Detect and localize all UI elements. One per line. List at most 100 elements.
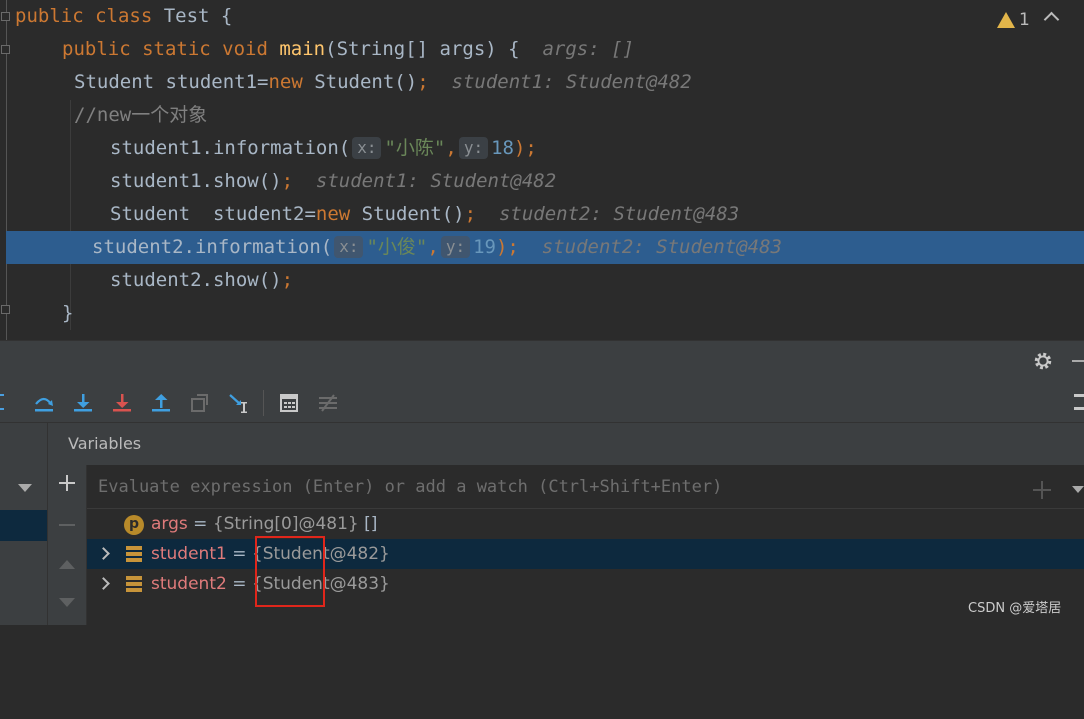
code-line[interactable]: //new一个对象 bbox=[74, 99, 207, 132]
variables-tab-title: Variables bbox=[48, 423, 1084, 465]
inline-value-hint: student2: Student@483 bbox=[518, 236, 782, 258]
fold-marker-main[interactable] bbox=[1, 45, 10, 54]
code-token: ; bbox=[417, 71, 429, 93]
gear-icon[interactable] bbox=[1032, 350, 1054, 372]
inline-value-hint: student1: Student@482 bbox=[293, 170, 557, 192]
code-line[interactable]: public class Test { bbox=[15, 0, 232, 33]
code-token: class bbox=[95, 5, 164, 27]
code-token: new bbox=[268, 71, 315, 93]
chevron-down-icon[interactable] bbox=[18, 484, 32, 492]
code-token: Student() bbox=[361, 203, 465, 225]
fold-marker-end[interactable] bbox=[1, 305, 10, 314]
evaluate-expression-input[interactable]: Evaluate expression (Enter) or add a wat… bbox=[87, 465, 1084, 509]
add-watch-icon[interactable] bbox=[59, 475, 75, 491]
watermark: CSDN @爱塔居 bbox=[968, 601, 1062, 616]
code-token: public bbox=[62, 38, 143, 60]
debug-panel-header bbox=[0, 340, 1084, 383]
evaluate-icon[interactable] bbox=[278, 392, 300, 414]
code-token: student1.information( bbox=[110, 137, 351, 159]
code-line[interactable]: Student student2=new Student(); student2… bbox=[110, 198, 739, 231]
move-down-icon[interactable] bbox=[59, 598, 75, 607]
code-token: 19 bbox=[473, 236, 496, 258]
parameter-hint: x: bbox=[352, 137, 382, 159]
code-token: ); bbox=[513, 137, 537, 159]
step-over-icon[interactable] bbox=[33, 392, 55, 414]
warning-indicator[interactable]: 1 bbox=[997, 10, 1030, 30]
code-token: student1.show() bbox=[110, 170, 282, 192]
move-up-icon[interactable] bbox=[59, 560, 75, 569]
code-line[interactable]: student1.show(); student1: Student@482 bbox=[110, 165, 556, 198]
debug-toolbar bbox=[0, 382, 1084, 423]
code-line[interactable]: Student student1=new Student(); student1… bbox=[74, 66, 692, 99]
expand-arrow-icon[interactable] bbox=[97, 577, 110, 590]
code-token: , bbox=[445, 137, 457, 159]
remove-watch-icon[interactable] bbox=[59, 524, 75, 526]
code-token: , bbox=[427, 236, 439, 258]
variables-view: Evaluate expression (Enter) or add a wat… bbox=[87, 465, 1084, 625]
variable-name: student1 bbox=[151, 544, 227, 564]
layout-icon[interactable] bbox=[1074, 394, 1084, 410]
fold-marker-class[interactable] bbox=[1, 12, 10, 21]
code-token: Student() bbox=[314, 71, 418, 93]
toolbar-separator bbox=[263, 390, 264, 416]
parameter-hint: x: bbox=[334, 236, 364, 258]
field-icon bbox=[126, 576, 142, 592]
variable-row-student1[interactable]: student1 = {Student@482} bbox=[87, 539, 1084, 569]
add-to-watches-icon[interactable] bbox=[1033, 481, 1051, 499]
code-token: "小陈" bbox=[384, 137, 446, 159]
code-token: static bbox=[142, 38, 223, 60]
step-out-icon[interactable] bbox=[150, 392, 172, 414]
code-token: ; bbox=[281, 269, 294, 291]
code-token: Student student1= bbox=[74, 71, 269, 93]
parameter-icon: p bbox=[124, 515, 144, 535]
highlight-annotation-box bbox=[255, 536, 325, 607]
code-line[interactable]: } bbox=[62, 297, 73, 330]
code-line[interactable]: student1.information(x: "小陈", y: 18); bbox=[110, 132, 537, 165]
trace-icon[interactable] bbox=[317, 392, 339, 414]
menu-icon[interactable] bbox=[0, 394, 4, 410]
variables-side-toolbar bbox=[48, 465, 87, 625]
inline-value-hint: student1: Student@482 bbox=[428, 71, 692, 93]
code-token: ); bbox=[495, 236, 519, 258]
expand-arrow-icon[interactable] bbox=[97, 547, 110, 560]
force-step-into-icon[interactable] bbox=[111, 392, 133, 414]
code-token: } bbox=[62, 302, 74, 324]
code-token: 18 bbox=[491, 137, 514, 159]
code-token: void bbox=[222, 38, 280, 60]
history-dropdown-icon[interactable] bbox=[1072, 486, 1084, 493]
code-token: ; bbox=[464, 203, 477, 225]
code-line[interactable]: public static void main(String[] args) {… bbox=[62, 33, 634, 66]
run-to-cursor-icon[interactable] bbox=[228, 392, 250, 414]
frames-column bbox=[0, 423, 48, 625]
inline-value-hint: student2: Student@483 bbox=[476, 203, 740, 225]
code-editor[interactable]: public class Test {public static void ma… bbox=[0, 0, 1084, 340]
variable-row-args[interactable]: p args = {String[0]@481} [] bbox=[87, 509, 1084, 539]
drop-frame-icon[interactable] bbox=[189, 392, 211, 414]
code-line-current[interactable]: student2.information(x: "小俊", y: 19); stude… bbox=[6, 231, 1084, 264]
step-into-icon[interactable] bbox=[72, 392, 94, 414]
variable-value: {String[0]@481} bbox=[212, 514, 359, 534]
warning-count: 1 bbox=[1019, 10, 1030, 30]
warning-icon bbox=[997, 12, 1015, 28]
variable-name: args bbox=[151, 514, 188, 534]
field-icon bbox=[126, 546, 142, 562]
parameter-hint: y: bbox=[458, 137, 489, 159]
indent-guide bbox=[70, 100, 71, 330]
minimize-icon[interactable] bbox=[1072, 360, 1084, 362]
code-token: student2.show() bbox=[110, 269, 282, 291]
code-token: ; bbox=[281, 170, 294, 192]
chevron-up-icon[interactable] bbox=[1043, 11, 1060, 28]
code-token: Student student2= bbox=[110, 203, 316, 225]
code-token: Test { bbox=[163, 5, 233, 27]
code-token: //new一个对象 bbox=[74, 104, 208, 126]
code-token: public bbox=[15, 5, 96, 27]
code-token: (String[] args) { bbox=[325, 38, 520, 60]
code-token: new bbox=[315, 203, 362, 225]
variable-row-student2[interactable]: student2 = {Student@483} bbox=[87, 569, 1084, 599]
selected-frame[interactable] bbox=[0, 510, 47, 541]
parameter-hint: y: bbox=[440, 236, 471, 258]
code-line[interactable]: student2.show(); bbox=[110, 264, 293, 297]
inline-value-hint: args: [] bbox=[519, 38, 634, 60]
code-token: student2.information( bbox=[92, 236, 333, 258]
variable-name: student2 bbox=[151, 574, 227, 594]
